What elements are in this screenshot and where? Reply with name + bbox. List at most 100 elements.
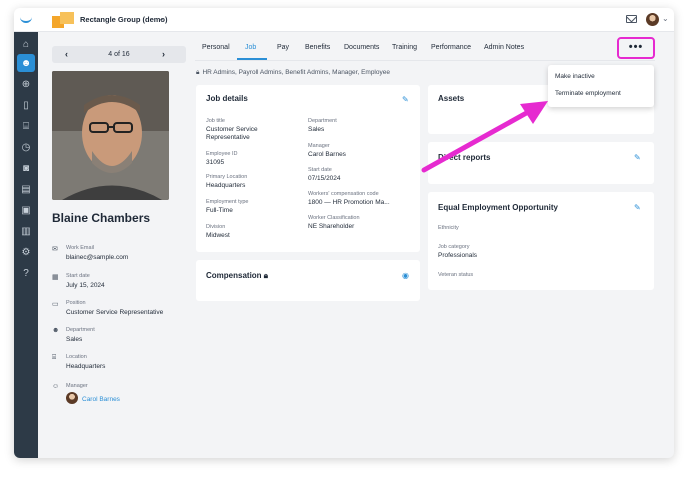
field-value: Full-Time	[206, 207, 233, 214]
direct-reports-card: Direct reports ✎	[428, 142, 654, 184]
direct-reports-title: Direct reports	[438, 153, 491, 162]
tab-performance[interactable]: Performance	[431, 44, 471, 51]
employment-type-field: Employment type Full-Time	[206, 199, 301, 215]
field-value: Professionals	[438, 252, 478, 259]
field-value: Sales	[66, 336, 83, 343]
field-label: Ethnicity	[438, 225, 459, 231]
field-label: Job title	[206, 118, 225, 124]
make-inactive-item[interactable]: Make inactive	[555, 73, 595, 80]
field-label: Division	[206, 224, 226, 230]
employee-photo	[52, 71, 169, 200]
field-label: Department	[308, 118, 337, 124]
workers-comp-field: Workers' compensation code 1800 — HR Prom…	[308, 191, 418, 207]
field-label: Veteran status	[438, 272, 474, 278]
field-label: Manager	[66, 383, 88, 389]
mail-icon[interactable]	[626, 15, 637, 23]
employee-pager: ‹ 4 of 16 ›	[52, 46, 186, 63]
eeo-card: Equal Employment Opportunity ✎ Ethnicity…	[428, 192, 654, 290]
employee-id-field: Employee ID 31095	[206, 151, 301, 167]
chevron-down-icon[interactable]: ⌄	[662, 14, 669, 23]
field-label: Employment type	[206, 199, 249, 205]
field-value: Customer Service Representative	[206, 126, 258, 141]
field-label: Location	[66, 354, 87, 360]
profile-panel: ‹ 4 of 16 › Blaine Chambers ✉ Work Email…	[52, 46, 186, 436]
field-label: Worker Classification	[308, 215, 360, 221]
employee-name: Blaine Chambers	[52, 211, 151, 225]
field-label: Workers' compensation code	[308, 191, 379, 197]
field-label: Start date	[308, 167, 332, 173]
edit-pencil-icon[interactable]: ✎	[402, 95, 409, 104]
field-label: Department	[66, 327, 95, 333]
id-card-icon[interactable]: ▣	[17, 201, 35, 219]
manager-link[interactable]: Carol Barnes	[82, 396, 120, 403]
field-label: Employee ID	[206, 151, 238, 157]
camera-icon[interactable]: ◙	[17, 159, 35, 177]
compensation-title-text: Compensation	[206, 271, 262, 280]
home-icon[interactable]: ⌂	[17, 35, 35, 53]
field-value: Headquarters	[66, 363, 106, 370]
tab-benefits[interactable]: Benefits	[305, 44, 330, 51]
pager-count: 4 of 16	[108, 51, 130, 58]
field-value: NE Shareholder	[308, 223, 355, 230]
assets-title: Assets	[438, 94, 465, 103]
people-icon[interactable]: ☻	[17, 54, 35, 72]
manager-field: Manager Carol Barnes	[308, 143, 403, 159]
edit-pencil-icon[interactable]: ✎	[634, 153, 641, 162]
tab-pay[interactable]: Pay	[277, 44, 289, 51]
compensation-title: Compensation 🔒︎	[206, 271, 268, 281]
field-label: Work Email	[66, 245, 95, 251]
access-note-text: HR Admins, Payroll Admins, Benefit Admin…	[202, 69, 390, 76]
field-value: 31095	[206, 159, 225, 166]
brand-logo-icon[interactable]	[20, 17, 32, 23]
tab-admin-notes[interactable]: Admin Notes	[484, 44, 524, 51]
manager-icon: ☺	[52, 383, 60, 390]
edit-pencil-icon[interactable]: ✎	[634, 203, 641, 212]
ethnicity-field: Ethnicity	[438, 225, 533, 231]
compensation-card: Compensation 🔒︎ ◉	[196, 260, 420, 301]
mail-icon: ✉	[52, 246, 58, 253]
calendar-icon: ▦	[52, 274, 59, 281]
worker-classification-field: Worker Classification NE Shareholder	[308, 215, 403, 231]
tabs-divider	[195, 60, 655, 61]
more-actions-button[interactable]: •••	[617, 37, 655, 59]
user-avatar[interactable]	[646, 13, 659, 26]
search-user-icon[interactable]: ⊕	[17, 75, 35, 93]
company-name[interactable]: Rectangle Group (demo)	[80, 15, 168, 24]
chart-icon[interactable]: ▥	[17, 222, 35, 240]
tab-personal[interactable]: Personal	[202, 44, 230, 51]
job-category-field: Job category Professionals	[438, 244, 533, 260]
tab-job[interactable]: Job	[245, 44, 256, 51]
help-icon[interactable]: ?	[17, 264, 35, 282]
clock-icon[interactable]: ◷	[17, 138, 35, 156]
lock-icon: 🔒︎	[196, 69, 200, 76]
tab-training[interactable]: Training	[392, 44, 417, 51]
eye-icon[interactable]: ◉	[402, 271, 409, 280]
company-logo-icon	[52, 12, 74, 28]
job-details-card: Job details ✎ Job title Customer Service …	[196, 85, 420, 252]
more-actions-menu: Make inactive Terminate employment	[548, 65, 654, 107]
manager-avatar	[66, 392, 78, 404]
next-employee-button[interactable]: ›	[162, 49, 165, 59]
lock-icon: 🔒︎	[263, 271, 269, 280]
primary-location-field: Primary Location Headquarters	[206, 174, 301, 190]
field-label: Manager	[308, 143, 330, 149]
veteran-status-field: Veteran status	[438, 272, 533, 278]
clipboard-icon[interactable]: ▯	[17, 96, 35, 114]
field-value: blainec@sample.com	[66, 254, 129, 261]
people-icon: ☻	[52, 327, 60, 334]
field-label: Position	[66, 300, 86, 306]
terminate-employment-item[interactable]: Terminate employment	[555, 90, 621, 97]
building-icon[interactable]: ⌸	[17, 117, 35, 135]
field-value: Sales	[308, 126, 325, 133]
access-note: 🔒︎ HR Admins, Payroll Admins, Benefit Adm…	[196, 69, 390, 77]
field-value: Customer Service Representative	[66, 309, 164, 316]
field-value: 07/15/2024	[308, 175, 341, 182]
tab-bar: Personal Job Pay Benefits Documents Trai…	[181, 30, 621, 51]
field-value: Headquarters	[206, 182, 246, 189]
field-label: Start date	[66, 273, 90, 279]
tab-documents[interactable]: Documents	[344, 44, 379, 51]
chevron-down-icon[interactable]: ⌄	[158, 14, 165, 23]
books-icon[interactable]: ▤	[17, 180, 35, 198]
field-label: Primary Location	[206, 174, 248, 180]
settings-icon[interactable]: ⚙	[17, 243, 35, 261]
